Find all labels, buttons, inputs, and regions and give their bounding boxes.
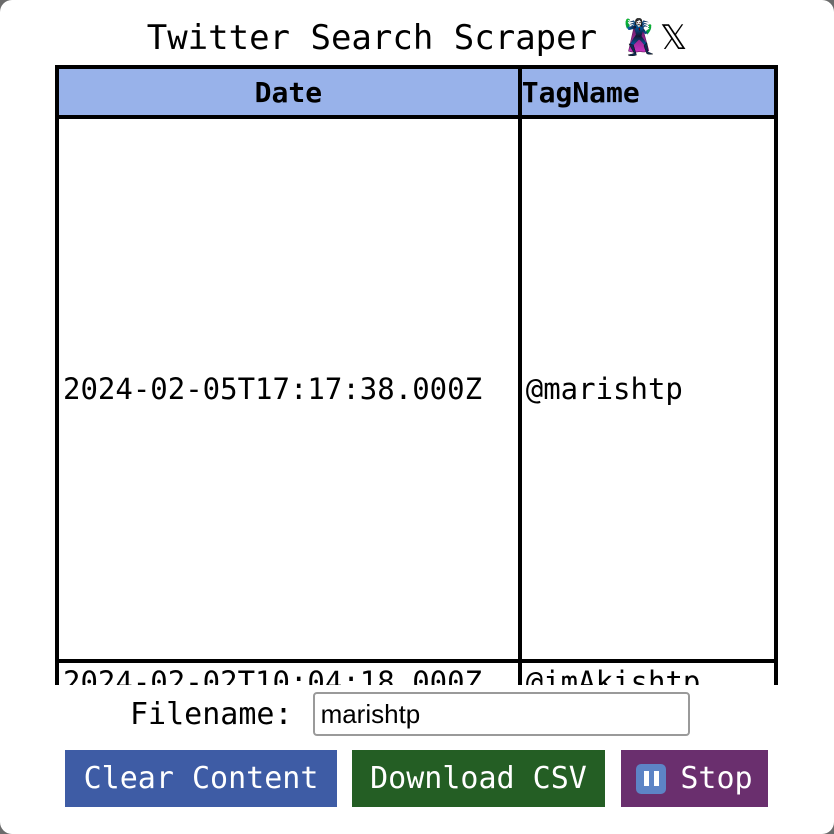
- download-csv-button[interactable]: Download CSV: [352, 750, 605, 807]
- clear-content-button[interactable]: Clear Content: [65, 750, 337, 807]
- filename-input[interactable]: [312, 692, 690, 736]
- cell-tagname: @imAkishtp: [517, 659, 778, 685]
- table-row: 2024-02-02T10:04:18.000Z @imAkishtp: [55, 659, 778, 685]
- cell-date: 2024-02-02T10:04:18.000Z: [55, 659, 522, 685]
- results-table: Date TagName 2024-02-05T17:17:38.000Z @m…: [55, 65, 778, 685]
- table-header-row: Date TagName: [55, 65, 778, 119]
- filename-row: Filename:: [130, 692, 690, 736]
- table-row: 2024-02-05T17:17:38.000Z @marishtp: [55, 115, 778, 663]
- stop-button[interactable]: Stop: [621, 750, 768, 807]
- stop-label: Stop: [680, 761, 753, 796]
- results-table-container[interactable]: Date TagName 2024-02-05T17:17:38.000Z @m…: [55, 65, 778, 685]
- clear-content-label: Clear Content: [83, 761, 319, 796]
- scraper-popup: Twitter Search Scraper 🦹‍♀️𝕏 Date TagNam…: [0, 0, 834, 834]
- filename-label: Filename:: [130, 696, 293, 732]
- column-header-date: Date: [55, 65, 522, 119]
- column-header-tagname: TagName: [517, 65, 778, 119]
- cell-date: 2024-02-05T17:17:38.000Z: [55, 115, 522, 663]
- app-title: Twitter Search Scraper 🦹‍♀️𝕏: [146, 18, 688, 58]
- pause-icon: [636, 763, 667, 794]
- download-csv-label: Download CSV: [370, 761, 587, 796]
- cell-tagname: @marishtp: [517, 115, 778, 663]
